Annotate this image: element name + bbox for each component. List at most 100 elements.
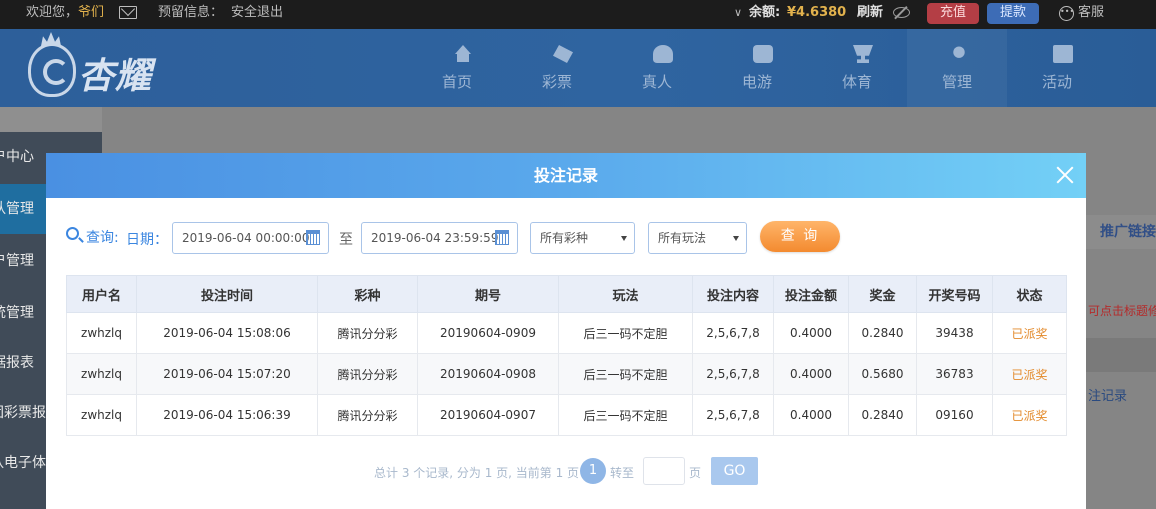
lottery-icon [553, 45, 573, 63]
calendar-icon[interactable] [495, 230, 509, 245]
lottery-cell: 腾讯分分彩 [317, 312, 418, 354]
bet-time-cell: 2019-06-04 15:08:06 [136, 312, 318, 354]
close-icon[interactable] [1054, 164, 1076, 186]
username-cell: zwhzlq [66, 353, 137, 395]
users-icon [953, 46, 965, 58]
go-button[interactable]: GO [711, 457, 758, 485]
recharge-button[interactable]: 充值 [927, 3, 979, 24]
nav-sports[interactable]: 体育 [807, 29, 907, 107]
bet-content-cell: 2,5,6,7,8 [692, 394, 774, 436]
nav-live-dealer[interactable]: 真人 [607, 29, 707, 107]
page-button-current[interactable]: 1 [580, 458, 606, 484]
mail-icon[interactable] [119, 6, 137, 19]
username-link[interactable]: 爷们 [78, 0, 104, 29]
lottery-type-value: 所有彩种 [540, 231, 589, 245]
nav-label: 彩票 [541, 73, 572, 91]
prize-cell: 0.2840 [848, 312, 917, 354]
bet-content-cell: 2,5,6,7,8 [692, 353, 774, 395]
nav-promotions[interactable]: 活动 [1007, 29, 1107, 107]
issue-cell: 20190604-0909 [417, 312, 559, 354]
pagination-summary: 总计 3 个记录, 分为 1 页, 当前第 1 页 [374, 466, 580, 480]
prize-cell: 0.2840 [848, 394, 917, 436]
withdraw-button[interactable]: 提款 [987, 3, 1039, 24]
bet-records-dialog: 投注记录 查询: 日期： 2019-06-04 00:00:00 至 2019-… [46, 153, 1086, 509]
refresh-button[interactable]: 刷新 [857, 0, 883, 29]
pagination: 总计 3 个记录, 分为 1 页, 当前第 1 页 1 转至 页 GO [46, 456, 1086, 486]
site-logo[interactable]: 杏耀 [78, 47, 152, 99]
end-date-input[interactable]: 2019-06-04 23:59:59 [361, 222, 518, 254]
lottery-type-select[interactable]: 所有彩种 [530, 222, 635, 254]
balance-label: 余额: [749, 5, 781, 20]
nav-label: 活动 [1041, 73, 1072, 91]
bet-record-link[interactable]: 注记录 [1086, 385, 1156, 404]
home-icon [453, 45, 473, 63]
draw-number-cell: 39438 [916, 312, 993, 354]
promo-link-label: 推广链接 [1100, 224, 1156, 240]
table-row: zwhzlq 2019-06-04 15:07:20 腾讯分分彩 2019060… [66, 353, 1067, 395]
play-cell: 后三一码不定胆 [558, 394, 693, 436]
nav-label: 真人 [641, 73, 672, 91]
table-row: zwhzlq 2019-06-04 15:06:39 腾讯分分彩 2019060… [66, 394, 1067, 436]
nav-label: 首页 [441, 73, 472, 91]
username-cell: zwhzlq [66, 394, 137, 436]
issue-cell: 20190604-0907 [417, 394, 559, 436]
caret-down-icon [621, 236, 627, 241]
nav-label: 管理 [941, 73, 972, 91]
username-cell: zwhzlq [66, 312, 137, 354]
hide-balance-icon[interactable] [893, 7, 910, 18]
site-header: 杏耀 首页 彩票 真人 电游 体育 管理 活动 [0, 29, 1156, 107]
bet-amount-cell: 0.4000 [773, 353, 849, 395]
status-badge: 已派奖 [992, 353, 1067, 395]
play-type-value: 所有玩法 [658, 231, 707, 245]
start-date-input[interactable]: 2019-06-04 00:00:00 [172, 222, 329, 254]
logo-crest-icon [28, 43, 76, 97]
bet-content-cell: 2,5,6,7,8 [692, 312, 774, 354]
column-header: 投注金额 [773, 275, 849, 313]
edit-title-hint: 可点击标题修改 [1088, 304, 1156, 318]
calendar-icon[interactable] [306, 230, 320, 245]
play-cell: 后三一码不定胆 [558, 353, 693, 395]
promo-link-tab[interactable]: 推广链接 [1086, 215, 1156, 249]
column-header: 投注内容 [692, 275, 774, 313]
lottery-cell: 腾讯分分彩 [317, 394, 418, 436]
reserve-info-label: 预留信息： [158, 5, 224, 20]
sidebar-item-label: 队电子体 [0, 455, 46, 471]
sidebar-item-label: 户管理 [0, 253, 34, 269]
end-date-value: 2019-06-04 23:59:59 [371, 231, 499, 245]
chat-icon[interactable]: ••• [1059, 6, 1074, 21]
caret-down-icon [733, 236, 739, 241]
issue-cell: 20190604-0908 [417, 353, 559, 395]
page-number-input[interactable] [643, 457, 685, 485]
sidebar-item-label: 据报表 [0, 355, 34, 371]
chevron-down-icon[interactable]: ∨ [734, 0, 742, 29]
logout-link[interactable]: 安全退出 [231, 0, 283, 29]
table-header-row: 用户名 投注时间 彩种 期号 玩法 投注内容 投注金额 奖金 开奖号码 状态 [66, 275, 1067, 313]
nav-label: 体育 [841, 73, 872, 91]
nav-slot-games[interactable]: 电游 [707, 29, 807, 107]
nav-lottery[interactable]: 彩票 [507, 29, 607, 107]
prize-cell: 0.5680 [848, 353, 917, 395]
column-header: 期号 [417, 275, 559, 313]
bet-time-cell: 2019-06-04 15:07:20 [136, 353, 318, 395]
content-row [1086, 338, 1156, 372]
play-type-select[interactable]: 所有玩法 [648, 222, 747, 254]
status-badge: 已派奖 [992, 312, 1067, 354]
welcome-text: 欢迎您， [26, 5, 79, 20]
query-button[interactable]: 查 询 [760, 221, 840, 252]
column-header: 玩法 [558, 275, 693, 313]
table-row: zwhzlq 2019-06-04 15:08:06 腾讯分分彩 2019060… [66, 312, 1067, 354]
customer-service-link[interactable]: 客服 [1078, 0, 1104, 29]
sidebar-item-label: 团彩票报 [0, 405, 46, 421]
nav-label: 电游 [741, 73, 772, 91]
status-badge: 已派奖 [992, 394, 1067, 436]
dialog-title: 投注记录 [533, 166, 598, 185]
column-header: 奖金 [848, 275, 917, 313]
sidebar-item-label: 户中心 [0, 149, 34, 165]
date-label: 日期： [126, 232, 168, 248]
goto-label: 转至 [610, 466, 635, 480]
nav-home[interactable]: 首页 [407, 29, 507, 107]
balance-value: ¥4.6380 [787, 5, 847, 20]
gift-icon [1053, 45, 1073, 63]
nav-management[interactable]: 管理 [907, 29, 1007, 107]
bet-time-cell: 2019-06-04 15:06:39 [136, 394, 318, 436]
